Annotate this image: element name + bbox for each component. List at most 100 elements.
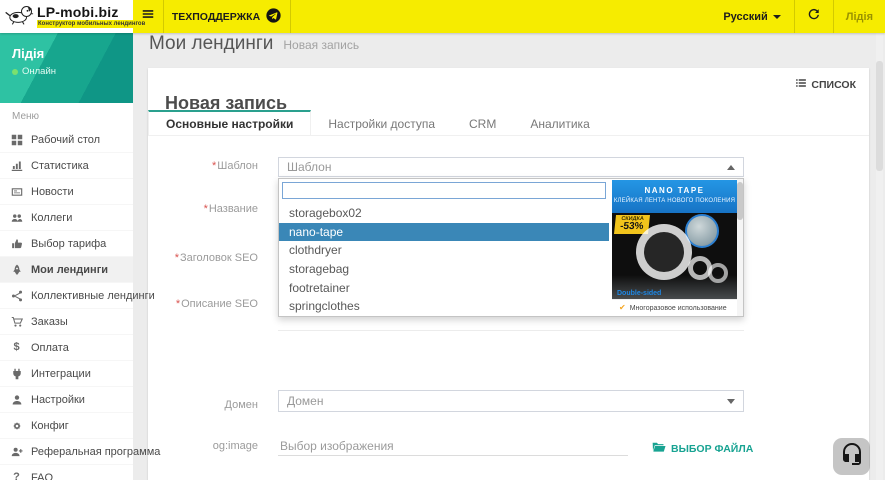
dropdown-option[interactable]: clothdryer bbox=[279, 241, 609, 260]
sidebar-item-label: Выбор тарифа bbox=[31, 238, 106, 250]
dropdown-scrollbar-thumb[interactable] bbox=[737, 182, 743, 220]
template-select[interactable]: Шаблон bbox=[278, 157, 744, 177]
template-select-placeholder: Шаблон bbox=[287, 160, 331, 174]
logo-subtitle: Конструктор мобильных лендингов bbox=[37, 20, 146, 28]
sidebar-item-my-landings[interactable]: Мои лендинги bbox=[0, 257, 133, 283]
online-status-dot bbox=[12, 69, 18, 75]
dropdown-option[interactable]: storagebag bbox=[279, 260, 609, 279]
dollar-icon: $ bbox=[10, 342, 23, 353]
plug-icon bbox=[10, 368, 23, 380]
top-header: LP-mobi.biz Конструктор мобильных лендин… bbox=[0, 0, 885, 33]
logo-title: LP-mobi.biz bbox=[37, 5, 146, 19]
file-select-button[interactable]: ВЫБОР ФАЙЛА bbox=[652, 441, 753, 456]
tab-analytics[interactable]: Аналитика bbox=[513, 110, 606, 135]
chevron-up-icon bbox=[727, 165, 735, 170]
users-icon bbox=[10, 212, 23, 224]
sidebar-item-collective-landings[interactable]: Коллективные лендинги bbox=[0, 283, 133, 309]
language-label: Русский bbox=[723, 11, 767, 23]
hamburger-icon bbox=[141, 7, 155, 26]
label-seo-description: *Описание SEO bbox=[148, 298, 258, 310]
label-template: *Шаблон bbox=[148, 160, 258, 172]
dropdown-options: storagebox02 nano-tape clothdryer storag… bbox=[279, 204, 609, 316]
sidebar-item-label: Мои лендинги bbox=[31, 264, 108, 276]
list-button[interactable]: СПИСОК bbox=[795, 77, 856, 92]
tab-main-settings[interactable]: Основные настройки bbox=[148, 110, 311, 135]
topbar-right: Русский Лідія bbox=[710, 0, 885, 33]
sidebar-toggle-button[interactable] bbox=[133, 0, 164, 33]
preview-title: NANO TAPE bbox=[612, 186, 737, 195]
dropdown-option-selected[interactable]: nano-tape bbox=[279, 223, 609, 242]
tab-bar: Основные настройки Настройки доступа CRM… bbox=[148, 110, 869, 136]
page-title: Мои лендинги bbox=[149, 33, 273, 55]
preview-feature-text: Многоразовое использование bbox=[630, 305, 727, 312]
menu-section-label: Меню bbox=[0, 103, 133, 127]
page-scrollbar bbox=[876, 33, 883, 480]
dropdown-option[interactable]: springclothes bbox=[279, 297, 609, 316]
refresh-button[interactable] bbox=[795, 0, 833, 33]
sidebar-item-settings[interactable]: Настройки bbox=[0, 387, 133, 413]
file-select-label: ВЫБОР ФАЙЛА bbox=[671, 443, 753, 455]
dropdown-scrollbar bbox=[737, 179, 743, 316]
sidebar-item-label: Новости bbox=[31, 186, 74, 198]
tape-roll-image bbox=[636, 224, 692, 280]
input-underline bbox=[278, 330, 744, 331]
rocket-icon bbox=[10, 264, 23, 276]
tab-access-settings[interactable]: Настройки доступа bbox=[311, 110, 452, 135]
sidebar-username: Лідія bbox=[12, 46, 121, 61]
logo[interactable]: LP-mobi.biz Конструктор мобильных лендин… bbox=[0, 0, 133, 33]
domain-select[interactable]: Домен bbox=[278, 390, 744, 412]
breadcrumb: Новая запись bbox=[283, 38, 359, 52]
sidebar-item-config[interactable]: Конфиг bbox=[0, 413, 133, 439]
header-username[interactable]: Лідія bbox=[834, 11, 885, 23]
refresh-icon bbox=[807, 7, 821, 26]
page-scrollbar-thumb[interactable] bbox=[876, 61, 883, 171]
sidebar-item-label: FAQ bbox=[31, 472, 53, 480]
sidebar-item-label: Оплата bbox=[31, 342, 69, 354]
sidebar-item-orders[interactable]: Заказы bbox=[0, 309, 133, 335]
preview-caption: Double-sided bbox=[617, 290, 661, 297]
template-preview: NANO TAPE КЛЕЙКАЯ ЛЕНТА НОВОГО ПОКОЛЕНИЯ… bbox=[612, 180, 737, 316]
sidebar-item-referral[interactable]: Реферальная программа bbox=[0, 439, 133, 465]
support-chat-button[interactable] bbox=[833, 438, 870, 475]
sidebar-item-faq[interactable]: ? FAQ bbox=[0, 465, 133, 480]
sidebar-item-label: Рабочий стол bbox=[31, 134, 100, 146]
og-image-input[interactable] bbox=[278, 436, 628, 456]
sidebar-item-payment[interactable]: $ Оплата bbox=[0, 335, 133, 361]
content-card: Новая запись СПИСОК Основные настройки Н… bbox=[148, 68, 869, 480]
dog-logo-icon bbox=[4, 2, 34, 31]
sidebar-item-statistics[interactable]: Статистика bbox=[0, 153, 133, 179]
dropdown-search-input[interactable] bbox=[282, 182, 606, 199]
tech-support-label: ТЕХПОДДЕРЖКА bbox=[172, 11, 260, 23]
sidebar-item-integrations[interactable]: Интеграции bbox=[0, 361, 133, 387]
sidebar-user-panel: Лідія Онлайн bbox=[0, 33, 133, 103]
folder-icon bbox=[652, 441, 666, 456]
preview-subtitle: КЛЕЙКАЯ ЛЕНТА НОВОГО ПОКОЛЕНИЯ bbox=[612, 198, 737, 204]
sidebar-item-label: Заказы bbox=[31, 316, 68, 328]
sidebar-item-label: Коллеги bbox=[31, 212, 72, 224]
cart-icon bbox=[10, 316, 23, 328]
dropdown-option[interactable]: storagebox02 bbox=[279, 204, 609, 223]
sidebar-item-colleagues[interactable]: Коллеги bbox=[0, 205, 133, 231]
sidebar-item-label: Статистика bbox=[31, 160, 89, 172]
sidebar-item-label: Коллективные лендинги bbox=[31, 290, 155, 302]
tech-support-button[interactable]: ТЕХПОДДЕРЖКА bbox=[163, 0, 291, 33]
sidebar-item-label: Конфиг bbox=[31, 420, 69, 432]
sidebar-item-dashboard[interactable]: Рабочий стол bbox=[0, 127, 133, 153]
gears-icon bbox=[10, 420, 23, 432]
dropdown-option[interactable]: footretainer bbox=[279, 279, 609, 298]
chevron-down-icon bbox=[773, 15, 781, 19]
page-header: Мои лендинги Новая запись bbox=[133, 33, 885, 65]
language-selector[interactable]: Русский bbox=[710, 0, 793, 33]
sidebar-item-news[interactable]: Новости bbox=[0, 179, 133, 205]
preview-header: NANO TAPE КЛЕЙКАЯ ЛЕНТА НОВОГО ПОКОЛЕНИЯ bbox=[612, 180, 737, 213]
stats-icon bbox=[10, 160, 23, 172]
share-icon bbox=[10, 290, 23, 302]
domain-select-placeholder: Домен bbox=[287, 394, 324, 408]
label-og-image: og:image bbox=[148, 440, 258, 452]
check-icon: ✔ bbox=[619, 304, 626, 312]
question-icon: ? bbox=[10, 472, 23, 480]
sidebar-item-tariff[interactable]: Выбор тарифа bbox=[0, 231, 133, 257]
tab-crm[interactable]: CRM bbox=[452, 110, 513, 135]
user-status: Онлайн bbox=[12, 66, 121, 77]
app-root: LP-mobi.biz Конструктор мобильных лендин… bbox=[0, 0, 885, 480]
